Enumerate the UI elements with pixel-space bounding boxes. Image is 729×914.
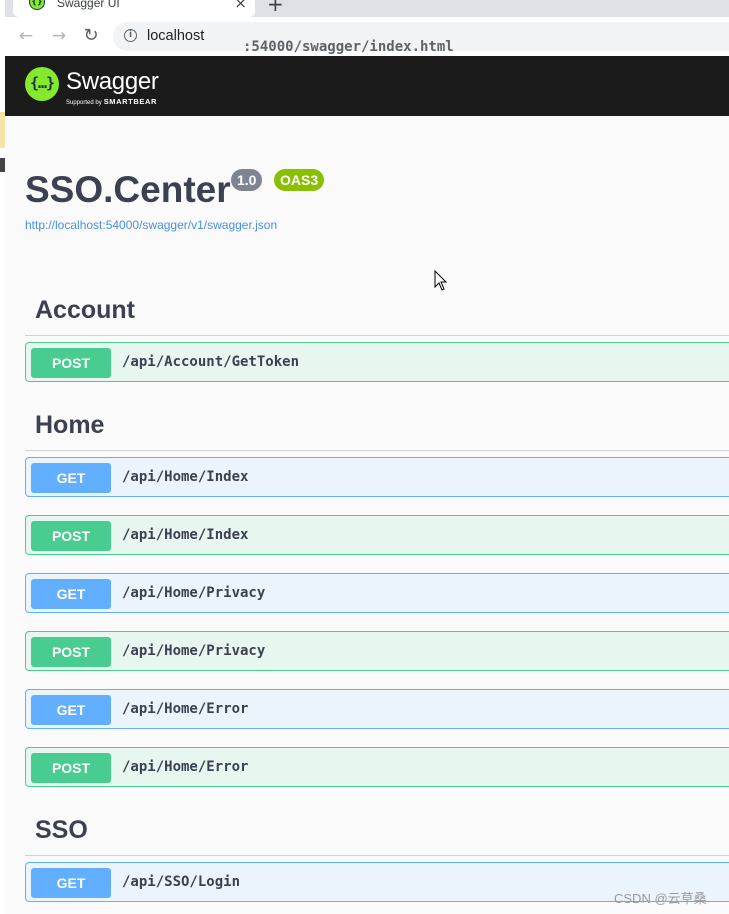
method-badge: GET bbox=[31, 579, 111, 609]
logo-glyph: {…} bbox=[29, 74, 55, 92]
operation-post-account-gettoken[interactable]: POST /api/Account/GetToken bbox=[25, 342, 729, 382]
operation-path: /api/Home/Privacy bbox=[122, 643, 266, 659]
method-badge: POST bbox=[31, 637, 111, 667]
swagger-logo-text[interactable]: Swagger bbox=[66, 68, 159, 96]
new-tab-button[interactable]: + bbox=[267, 0, 284, 16]
watermark: CSDN @云草桑 bbox=[614, 891, 707, 906]
operation-path: /api/Home/Error bbox=[122, 701, 249, 717]
operation-path: /api/Home/Index bbox=[122, 527, 249, 543]
tag-header-sso[interactable]: SSO bbox=[25, 807, 729, 856]
method-badge: GET bbox=[31, 463, 111, 493]
url-path: :54000/swagger/index.html bbox=[243, 39, 454, 55]
method-badge: POST bbox=[31, 521, 111, 551]
swagger-favicon-icon: {} bbox=[29, 0, 45, 10]
method-badge: POST bbox=[31, 348, 111, 378]
operation-path: /api/Home/Privacy bbox=[122, 585, 266, 601]
operation-post-home-index[interactable]: POST /api/Home/Index bbox=[25, 515, 729, 555]
tag-title: Account bbox=[35, 296, 135, 324]
swagger-logo-icon[interactable]: {…} bbox=[25, 67, 59, 101]
info-icon[interactable]: i bbox=[124, 29, 137, 42]
tab-title: Swagger UI bbox=[57, 0, 120, 10]
tag-title: SSO bbox=[35, 816, 88, 844]
operation-post-home-privacy[interactable]: POST /api/Home/Privacy bbox=[25, 631, 729, 671]
version-badge: 1.0 bbox=[231, 169, 263, 191]
method-badge: POST bbox=[31, 753, 111, 783]
tag-title: Home bbox=[35, 411, 105, 439]
operation-path: /api/Account/GetToken bbox=[122, 354, 300, 370]
operation-get-home-index[interactable]: GET /api/Home/Index bbox=[25, 457, 729, 497]
edge-fragment bbox=[0, 158, 5, 172]
address-bar[interactable]: i localhost :54000/swagger/index.html bbox=[113, 22, 729, 55]
back-arrow-icon[interactable]: ← bbox=[15, 25, 37, 47]
left-edge-strip bbox=[0, 0, 5, 914]
edge-fragment bbox=[0, 112, 5, 148]
reload-icon[interactable]: ↻ bbox=[80, 25, 102, 47]
tag-header-account[interactable]: Account bbox=[25, 287, 729, 336]
api-title: SSO.Center bbox=[25, 169, 231, 210]
method-badge: GET bbox=[31, 868, 111, 898]
tag-header-home[interactable]: Home bbox=[25, 402, 729, 451]
browser-tab-bar: {} Swagger UI × + bbox=[5, 0, 729, 17]
swagger-topbar: {…} Swagger Supported by SMARTBEAR bbox=[5, 56, 729, 116]
operation-path: /api/Home/Index bbox=[122, 469, 249, 485]
operation-get-home-error[interactable]: GET /api/Home/Error bbox=[25, 689, 729, 729]
swagger-json-link[interactable]: http://localhost:54000/swagger/v1/swagge… bbox=[25, 218, 277, 232]
operation-path: /api/Home/Error bbox=[122, 759, 249, 775]
operation-get-home-privacy[interactable]: GET /api/Home/Privacy bbox=[25, 573, 729, 613]
url-host: localhost bbox=[147, 28, 205, 44]
forward-arrow-icon[interactable]: → bbox=[48, 25, 70, 47]
operation-path: /api/SSO/Login bbox=[122, 874, 241, 890]
browser-toolbar: ← → ↻ i localhost :54000/swagger/index.ht… bbox=[5, 17, 729, 56]
supported-by-label: Supported by bbox=[66, 100, 102, 106]
oas-badge: OAS3 bbox=[274, 169, 325, 191]
url-text[interactable]: localhost :54000/swagger/index.html bbox=[147, 28, 454, 55]
operation-post-home-error[interactable]: POST /api/Home/Error bbox=[25, 747, 729, 787]
browser-tab[interactable]: {} Swagger UI × bbox=[13, 0, 255, 17]
close-icon[interactable]: × bbox=[234, 0, 247, 12]
method-badge: GET bbox=[31, 695, 111, 725]
smartbear-label: SMARTBEAR bbox=[103, 97, 158, 106]
supported-by-text: Supported by SMARTBEAR bbox=[66, 97, 157, 106]
